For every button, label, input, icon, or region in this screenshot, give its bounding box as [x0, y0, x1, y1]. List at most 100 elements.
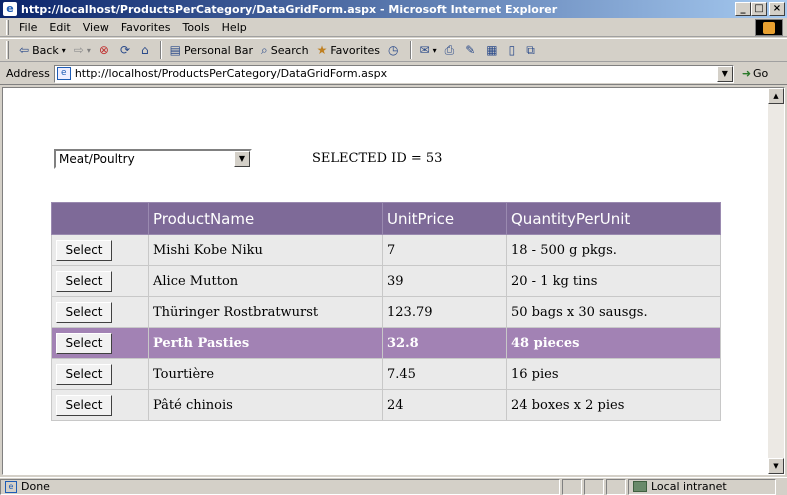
menu-tools[interactable]: Tools: [177, 21, 216, 34]
back-button[interactable]: ⇦ Back ▾: [15, 43, 70, 57]
menu-view[interactable]: View: [77, 21, 115, 34]
messenger-button[interactable]: ⧉: [522, 43, 542, 58]
stop-button[interactable]: ⊗: [95, 43, 116, 57]
table-row-selected: Select Perth Pasties 32.8 48 pieces: [51, 327, 721, 359]
zone-label: Local intranet: [651, 480, 727, 493]
grid-header-productname: ProductName: [148, 202, 383, 235]
window-title: http://localhost/ProductsPerCategory/Dat…: [21, 2, 558, 16]
product-name-cell: Tourtière: [148, 358, 383, 390]
select-button[interactable]: Select: [56, 394, 112, 416]
page-viewport: Meat/Poultry ▼ SELECTED ID = 53 ProductN…: [2, 87, 785, 475]
status-bar: e Done Local intranet: [0, 477, 787, 495]
messenger-icon: ⧉: [526, 42, 535, 57]
select-button[interactable]: Select: [56, 332, 112, 354]
home-button[interactable]: ⌂: [137, 43, 156, 57]
research-button[interactable]: ▯: [505, 43, 523, 57]
go-label: Go: [753, 67, 769, 80]
windows-logo-icon: [755, 19, 783, 36]
page-done-icon: e: [5, 480, 17, 493]
select-button[interactable]: Select: [56, 239, 112, 261]
grid-header-row: ProductName UnitPrice QuantityPerUnit: [51, 202, 721, 235]
grid-header-unitprice: UnitPrice: [382, 202, 507, 235]
quantity-per-unit-cell: 20 - 1 kg tins: [506, 265, 721, 297]
table-row: Select Alice Mutton 39 20 - 1 kg tins: [51, 265, 721, 297]
chevron-down-icon: ▾: [432, 45, 437, 55]
personal-bar-label: Personal Bar: [183, 43, 254, 57]
vertical-scrollbar[interactable]: ▲ ▼: [768, 88, 784, 474]
window-controls: _ □ ×: [735, 2, 785, 16]
grid-header-select: [51, 202, 149, 235]
menu-bar: File Edit View Favorites Tools Help: [0, 18, 787, 37]
selected-id-label: SELECTED ID = 53: [312, 151, 443, 166]
menu-help[interactable]: Help: [216, 21, 253, 34]
mail-icon: ✉: [419, 43, 430, 57]
personal-bar-icon: ▤: [169, 43, 181, 57]
go-button[interactable]: ➜ Go: [742, 67, 768, 80]
category-dropdown[interactable]: Meat/Poultry ▼: [54, 149, 252, 169]
grid-header-quantityperunit: QuantityPerUnit: [506, 202, 721, 235]
minimize-button[interactable]: _: [735, 2, 751, 16]
address-dropdown-button[interactable]: ▼: [716, 65, 733, 82]
address-bar: Address e http://localhost/ProductsPerCa…: [0, 63, 787, 85]
quantity-per-unit-cell: 50 bags x 30 sausgs.: [506, 296, 721, 328]
print-button[interactable]: ⎙: [441, 43, 462, 58]
page-icon: e: [56, 67, 71, 80]
forward-button[interactable]: ⇨ ▾: [70, 43, 95, 57]
chevron-down-icon: ▾: [86, 45, 91, 55]
ie-page-icon: e: [3, 2, 17, 16]
unit-price-cell: 123.79: [382, 296, 507, 328]
back-arrow-icon: ⇦: [19, 43, 30, 57]
scroll-up-button[interactable]: ▲: [768, 88, 784, 104]
menu-edit[interactable]: Edit: [43, 21, 76, 34]
select-button[interactable]: Select: [56, 301, 112, 323]
personal-bar-button[interactable]: ▤ Personal Bar: [166, 43, 257, 57]
unit-price-cell: 7.45: [382, 358, 507, 390]
edit-button[interactable]: ✎: [461, 43, 482, 57]
address-input[interactable]: e http://localhost/ProductsPerCategory/D…: [53, 64, 734, 83]
quantity-per-unit-cell: 24 boxes x 2 pies: [506, 389, 721, 421]
menu-file[interactable]: File: [13, 21, 43, 34]
quantity-per-unit-cell: 16 pies: [506, 358, 721, 390]
status-panel: [562, 478, 582, 495]
chevron-down-icon[interactable]: ▼: [234, 151, 250, 167]
edit-icon: ✎: [465, 43, 476, 57]
home-icon: ⌂: [141, 43, 149, 57]
scroll-down-button[interactable]: ▼: [768, 458, 784, 474]
close-button[interactable]: ×: [769, 2, 785, 16]
table-row: Select Tourtière 7.45 16 pies: [51, 358, 721, 390]
maximize-button[interactable]: □: [751, 2, 767, 16]
status-main-panel: e Done: [0, 478, 560, 495]
forward-arrow-icon: ⇨: [73, 43, 84, 57]
mail-button[interactable]: ✉ ▾: [416, 43, 441, 57]
chevron-down-icon: ▾: [61, 45, 66, 55]
refresh-icon: ⟳: [119, 43, 130, 57]
category-selected-value: Meat/Poultry: [59, 152, 135, 166]
toolbar-separator: [409, 41, 412, 59]
history-button[interactable]: ◷: [384, 43, 405, 57]
toolbar-grip[interactable]: [6, 41, 9, 59]
search-button[interactable]: ⌕ Search: [257, 43, 313, 58]
menu-favorites[interactable]: Favorites: [115, 21, 177, 34]
select-button[interactable]: Select: [56, 270, 112, 292]
favorites-icon: ★: [316, 43, 328, 57]
table-row: Select Pâté chinois 24 24 boxes x 2 pies: [51, 389, 721, 421]
back-label: Back: [32, 43, 59, 57]
quantity-per-unit-cell: 48 pieces: [506, 327, 721, 359]
menu-grip[interactable]: [6, 19, 9, 35]
select-button[interactable]: Select: [56, 363, 112, 385]
toolbar-separator: [159, 41, 162, 59]
unit-price-cell: 32.8: [382, 327, 507, 359]
table-row: Select Thüringer Rostbratwurst 123.79 50…: [51, 296, 721, 328]
history-icon: ◷: [388, 43, 399, 57]
print-icon: ⎙: [444, 42, 455, 57]
security-zone: Local intranet: [628, 478, 776, 495]
go-arrow-icon: ➜: [741, 67, 752, 80]
unit-price-cell: 7: [382, 234, 507, 266]
unit-price-cell: 24: [382, 389, 507, 421]
stop-icon: ⊗: [98, 43, 109, 57]
favorites-button[interactable]: ★ Favorites: [313, 43, 384, 57]
refresh-button[interactable]: ⟳: [116, 43, 137, 57]
standard-toolbar: ⇦ Back ▾ ⇨ ▾ ⊗ ⟳ ⌂ ▤ Personal Bar ⌕ Sear…: [0, 38, 787, 62]
search-icon: ⌕: [261, 42, 268, 57]
discuss-button[interactable]: ▦: [482, 43, 504, 57]
